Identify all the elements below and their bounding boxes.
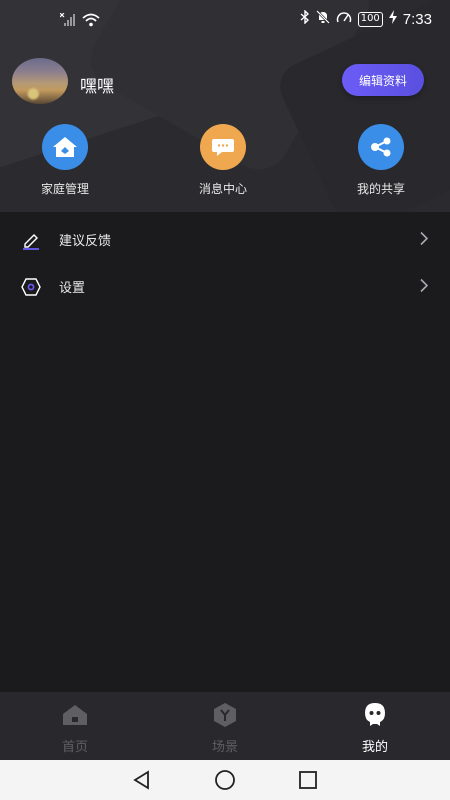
system-navigation-bar — [0, 760, 450, 800]
profile-header: 100 7:33 嘿嘿 编辑资料 家庭管理 消息中心 我的共享 — [0, 0, 450, 212]
menu-item-label: 设置 — [59, 281, 86, 296]
pencil-icon — [21, 230, 41, 250]
wifi-icon — [82, 12, 100, 31]
profile-icon — [362, 702, 388, 728]
message-center-label: 消息中心 — [198, 182, 247, 196]
edit-profile-button[interactable]: 编辑资料 — [342, 64, 424, 96]
tab-label: 场景 — [211, 740, 238, 755]
username: 嘿嘿 — [80, 77, 114, 97]
status-bar: 100 7:33 — [0, 0, 450, 40]
mute-icon — [315, 10, 330, 28]
no-signal-icon — [59, 12, 76, 31]
home-circle-icon[interactable] — [212, 767, 238, 793]
tab-scene[interactable]: 场景 — [150, 692, 300, 760]
settings-menu: 建议反馈 设置 — [0, 216, 450, 310]
battery-icon: 100 — [357, 11, 383, 27]
menu-item-settings[interactable]: 设置 — [0, 263, 450, 310]
bottom-tab-bar: 首页 场景 我的 — [0, 692, 450, 760]
charging-icon — [388, 10, 397, 28]
tab-label: 首页 — [61, 740, 88, 755]
scene-icon — [212, 702, 238, 728]
message-icon — [200, 124, 246, 170]
status-time: 7:33 — [402, 10, 432, 28]
menu-item-label: 建议反馈 — [59, 234, 112, 249]
tab-home[interactable]: 首页 — [0, 692, 150, 760]
my-share-button[interactable]: 我的共享 — [326, 124, 436, 197]
home-management-label: 家庭管理 — [40, 182, 89, 196]
back-icon[interactable] — [129, 767, 155, 793]
message-center-button[interactable]: 消息中心 — [168, 124, 278, 197]
recents-icon[interactable] — [295, 767, 321, 793]
avatar[interactable] — [12, 58, 68, 104]
share-icon — [358, 124, 404, 170]
chevron-right-icon — [420, 277, 429, 296]
settings-hexagon-icon — [21, 277, 41, 297]
tab-label: 我的 — [361, 740, 388, 755]
bluetooth-icon — [300, 9, 310, 28]
home-icon — [62, 702, 88, 728]
home-management-button[interactable]: 家庭管理 — [10, 124, 120, 197]
my-share-label: 我的共享 — [356, 182, 405, 196]
speed-icon — [336, 10, 352, 28]
chevron-right-icon — [420, 230, 429, 249]
tab-mine[interactable]: 我的 — [300, 692, 450, 760]
app-screen: 100 7:33 嘿嘿 编辑资料 家庭管理 消息中心 我的共享 建议反馈 设置 … — [0, 0, 450, 800]
home-icon — [42, 124, 88, 170]
menu-item-feedback[interactable]: 建议反馈 — [0, 216, 450, 263]
